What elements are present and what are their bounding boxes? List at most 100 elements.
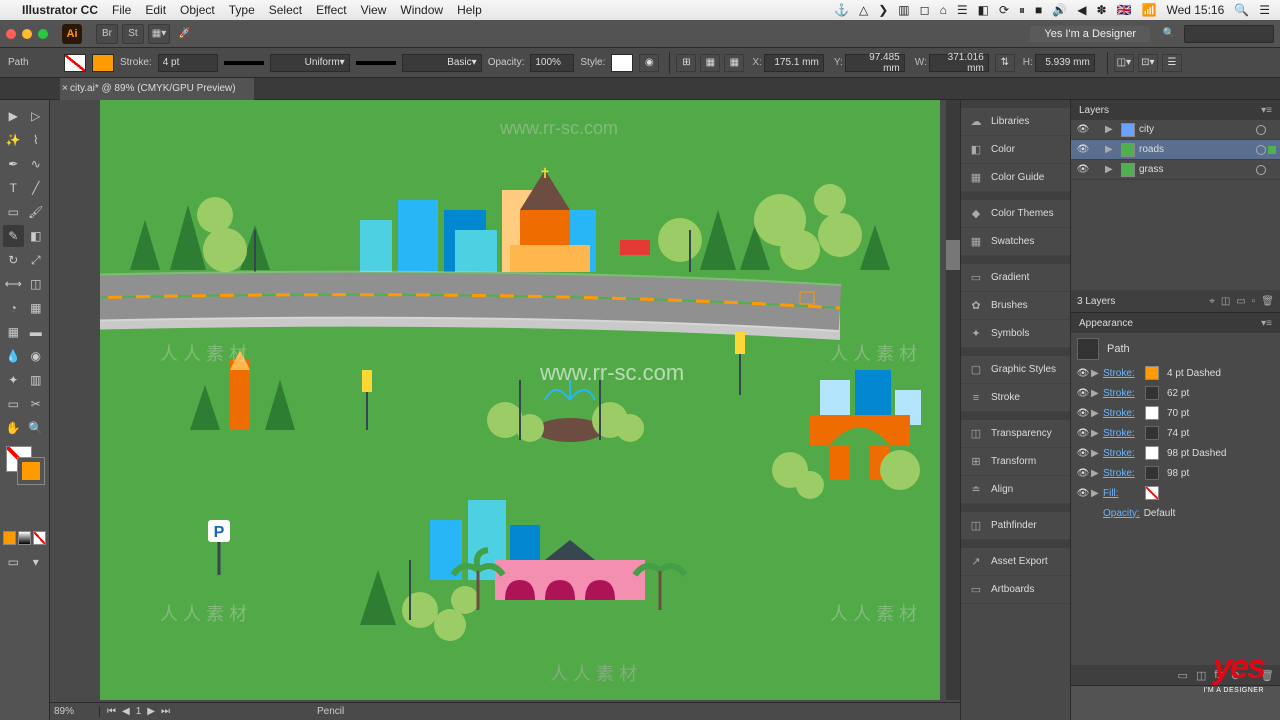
dock-item-stroke[interactable]: ≡Stroke — [961, 384, 1070, 412]
status-icon[interactable]: ■ — [1035, 3, 1042, 17]
width-tool[interactable]: ⟷ — [3, 273, 24, 295]
appearance-row[interactable]: 👁▶Stroke:74 pt — [1071, 423, 1280, 443]
pencil-tool[interactable]: ✎ — [3, 225, 24, 247]
stroke-weight-input[interactable]: 4 pt — [158, 54, 218, 72]
dock-item-gradient[interactable]: ▭Gradient — [961, 264, 1070, 292]
brush-preview[interactable] — [356, 61, 396, 65]
menu-file[interactable]: File — [112, 3, 131, 17]
direct-selection-tool[interactable]: ▷ — [26, 105, 47, 127]
eraser-tool[interactable]: ◧ — [26, 225, 47, 247]
menu-type[interactable]: Type — [229, 3, 255, 17]
panel-menu-icon[interactable]: ▾≡ — [1261, 318, 1272, 329]
target-icon[interactable] — [1256, 125, 1266, 135]
appearance-row[interactable]: 👁▶Stroke:98 pt — [1071, 463, 1280, 483]
visibility-icon[interactable]: 👁 — [1075, 448, 1091, 459]
dock-item-artboards[interactable]: ▭Artboards — [961, 576, 1070, 604]
make-clip-icon[interactable]: ◫ — [1221, 296, 1230, 307]
status-icon[interactable]: △ — [859, 3, 868, 17]
dock-item-graphic-styles[interactable]: ▢Graphic Styles — [961, 356, 1070, 384]
locate-layer-icon[interactable]: ⌖ — [1209, 296, 1215, 307]
screen-mode-button[interactable]: ▭ — [3, 551, 24, 573]
panel-menu-icon[interactable]: ▾≡ — [1261, 105, 1272, 116]
expand-icon[interactable]: ▶ — [1091, 468, 1103, 479]
close-window-button[interactable] — [6, 29, 16, 39]
stroke-profile-select[interactable]: Uniform ▾ — [270, 54, 350, 72]
new-layer-icon[interactable]: ▫ — [1252, 296, 1256, 307]
workspace-switcher[interactable]: Yes I'm a Designer — [1030, 26, 1150, 42]
bridge-button[interactable]: Br — [96, 24, 118, 44]
magic-wand-tool[interactable]: ✨ — [3, 129, 24, 151]
align-button[interactable]: ⊞ — [676, 54, 696, 72]
wifi-icon[interactable]: 📶 — [1142, 3, 1157, 17]
expand-icon[interactable]: ▶ — [1091, 428, 1103, 439]
isolate-button[interactable]: ⊡▾ — [1138, 54, 1158, 72]
free-transform-tool[interactable]: ◫ — [26, 273, 47, 295]
dock-item-pathfinder[interactable]: ◫Pathfinder — [961, 512, 1070, 540]
status-icon[interactable]: ⚓ — [834, 3, 849, 17]
pen-tool[interactable]: ✒ — [3, 153, 24, 175]
search-icon[interactable]: 🔍 — [1158, 24, 1180, 44]
artboard-tool[interactable]: ▭ — [3, 393, 24, 415]
mesh-tool[interactable]: ▦ — [3, 321, 24, 343]
color-swatch[interactable] — [1145, 426, 1159, 440]
layer-row[interactable]: 👁▶grass — [1071, 160, 1280, 180]
dock-item-swatches[interactable]: ▦Swatches — [961, 228, 1070, 256]
attr-label[interactable]: Fill: — [1103, 488, 1145, 499]
visibility-icon[interactable]: 👁 — [1075, 408, 1091, 419]
status-icon[interactable]: ◀ — [1077, 3, 1086, 17]
stroke-profile-preview[interactable] — [224, 61, 264, 65]
expand-icon[interactable]: ▶ — [1105, 124, 1117, 135]
appearance-row[interactable]: 👁▶Stroke:4 pt Dashed — [1071, 363, 1280, 383]
minimize-window-button[interactable] — [22, 29, 32, 39]
color-swatch[interactable] — [1145, 466, 1159, 480]
dock-item-color-guide[interactable]: ▦Color Guide — [961, 164, 1070, 192]
visibility-icon[interactable]: 👁 — [1075, 164, 1091, 175]
dock-item-asset-export[interactable]: ↗Asset Export — [961, 548, 1070, 576]
attr-label[interactable]: Stroke: — [1103, 468, 1145, 479]
menubar-clock[interactable]: Wed 15:16 — [1166, 3, 1224, 17]
shape-builder-tool[interactable]: ◔ — [3, 297, 24, 319]
visibility-icon[interactable]: 👁 — [1075, 124, 1091, 135]
appearance-row[interactable]: 👁▶Stroke:70 pt — [1071, 403, 1280, 423]
dock-item-color-themes[interactable]: ◆Color Themes — [961, 200, 1070, 228]
y-input[interactable]: 97.485 mm — [845, 54, 905, 72]
visibility-icon[interactable]: 👁 — [1075, 368, 1091, 379]
stock-button[interactable]: St — [122, 24, 144, 44]
appearance-row[interactable]: 👁▶Stroke:98 pt Dashed — [1071, 443, 1280, 463]
expand-icon[interactable]: ▶ — [1091, 488, 1103, 499]
status-icon[interactable]: ⌂ — [940, 3, 947, 17]
perspective-tool[interactable]: ▦ — [26, 297, 47, 319]
visibility-icon[interactable]: 👁 — [1075, 388, 1091, 399]
arrange-docs-button[interactable]: ▦▾ — [148, 24, 170, 44]
layer-row[interactable]: 👁▶city — [1071, 120, 1280, 140]
layer-row[interactable]: 👁▶roads — [1071, 140, 1280, 160]
delete-layer-icon[interactable]: 🗑 — [1261, 296, 1274, 307]
style-swatch[interactable] — [611, 54, 633, 72]
status-icon[interactable]: ◻ — [920, 3, 930, 17]
h-input[interactable]: 5.939 mm — [1035, 54, 1095, 72]
status-icon[interactable]: ◧ — [978, 3, 989, 17]
stroke-color-swatch[interactable] — [18, 458, 44, 484]
fill-swatch[interactable] — [64, 54, 86, 72]
appearance-tab[interactable]: Appearance — [1079, 318, 1133, 329]
gradient-mode-button[interactable] — [18, 531, 31, 545]
attr-label[interactable]: Stroke: — [1103, 368, 1145, 379]
expand-icon[interactable]: ▶ — [1091, 388, 1103, 399]
dock-item-transform[interactable]: ⊞Transform — [961, 448, 1070, 476]
document-tab[interactable]: × city.ai* @ 89% (CMYK/GPU Preview) — [60, 78, 254, 100]
expand-icon[interactable]: ▶ — [1091, 448, 1103, 459]
curvature-tool[interactable]: ∿ — [26, 153, 47, 175]
target-icon[interactable] — [1256, 165, 1266, 175]
blend-tool[interactable]: ◉ — [26, 345, 47, 367]
visibility-icon[interactable]: 👁 — [1075, 144, 1091, 155]
menu-select[interactable]: Select — [269, 3, 302, 17]
status-icon[interactable]: ✽ — [1096, 3, 1106, 17]
rotate-tool[interactable]: ↻ — [3, 249, 24, 271]
expand-icon[interactable]: ▶ — [1091, 408, 1103, 419]
none-mode-button[interactable] — [33, 531, 46, 545]
expand-icon[interactable]: ▶ — [1091, 368, 1103, 379]
eyedropper-tool[interactable]: 💧 — [3, 345, 24, 367]
hand-tool[interactable]: ✋ — [3, 417, 24, 439]
zoom-tool[interactable]: 🔍 — [26, 417, 47, 439]
gradient-tool[interactable]: ▬ — [26, 321, 47, 343]
